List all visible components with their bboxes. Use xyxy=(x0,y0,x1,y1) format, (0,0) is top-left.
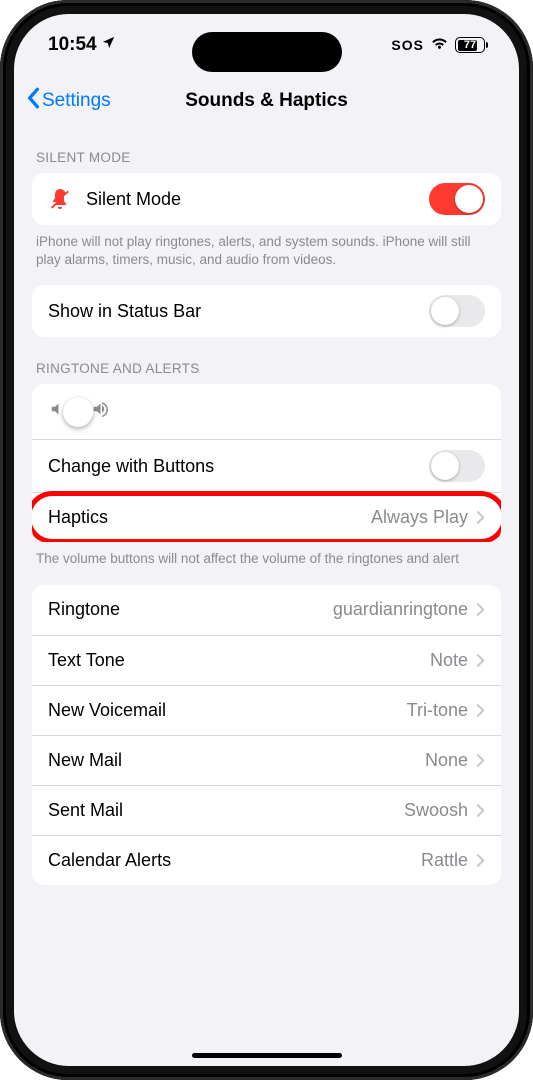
silent-mode-toggle[interactable] xyxy=(429,183,485,215)
chevron-right-icon xyxy=(476,803,485,818)
change-with-buttons-row[interactable]: Change with Buttons xyxy=(32,439,501,492)
status-time: 10:54 xyxy=(48,34,97,56)
wifi-icon xyxy=(430,33,449,57)
nav-bar: Settings Sounds & Haptics xyxy=(14,76,519,126)
location-arrow-icon xyxy=(101,34,116,56)
section-header-silent: SILENT MODE xyxy=(32,126,501,173)
show-status-bar-row[interactable]: Show in Status Bar xyxy=(32,285,501,337)
home-indicator[interactable] xyxy=(192,1053,342,1058)
silent-mode-label: Silent Mode xyxy=(86,189,429,210)
chevron-right-icon xyxy=(476,602,485,617)
section-header-ringtone: RINGTONE AND ALERTS xyxy=(32,337,501,384)
text-tone-row[interactable]: Text Tone Note xyxy=(32,635,501,685)
sos-indicator: SOS xyxy=(391,37,424,53)
battery-icon: 77 xyxy=(455,37,485,53)
haptics-value: Always Play xyxy=(371,507,468,528)
chevron-right-icon xyxy=(476,510,485,525)
chevron-right-icon xyxy=(476,653,485,668)
show-status-bar-toggle[interactable] xyxy=(429,295,485,327)
chevron-right-icon xyxy=(476,753,485,768)
change-with-buttons-toggle[interactable] xyxy=(429,450,485,482)
sent-mail-row[interactable]: Sent Mail Swoosh xyxy=(32,785,501,835)
back-button[interactable]: Settings xyxy=(26,87,111,115)
bell-slash-icon xyxy=(48,187,72,211)
chevron-right-icon xyxy=(476,703,485,718)
ringtone-footer: The volume buttons will not affect the v… xyxy=(32,542,501,568)
ringtone-row[interactable]: Ringtone guardianringtone xyxy=(32,585,501,635)
new-voicemail-row[interactable]: New Voicemail Tri-tone xyxy=(32,685,501,735)
change-with-buttons-label: Change with Buttons xyxy=(48,456,429,477)
new-mail-row[interactable]: New Mail None xyxy=(32,735,501,785)
haptics-row[interactable]: Haptics Always Play xyxy=(32,492,501,542)
chevron-left-icon xyxy=(26,87,40,115)
chevron-right-icon xyxy=(476,853,485,868)
silent-mode-row[interactable]: Silent Mode xyxy=(32,173,501,225)
volume-slider-row[interactable] xyxy=(32,384,501,439)
haptics-label: Haptics xyxy=(48,507,371,528)
calendar-alerts-row[interactable]: Calendar Alerts Rattle xyxy=(32,835,501,885)
silent-footer: iPhone will not play ringtones, alerts, … xyxy=(32,225,501,269)
show-status-bar-label: Show in Status Bar xyxy=(48,301,429,322)
